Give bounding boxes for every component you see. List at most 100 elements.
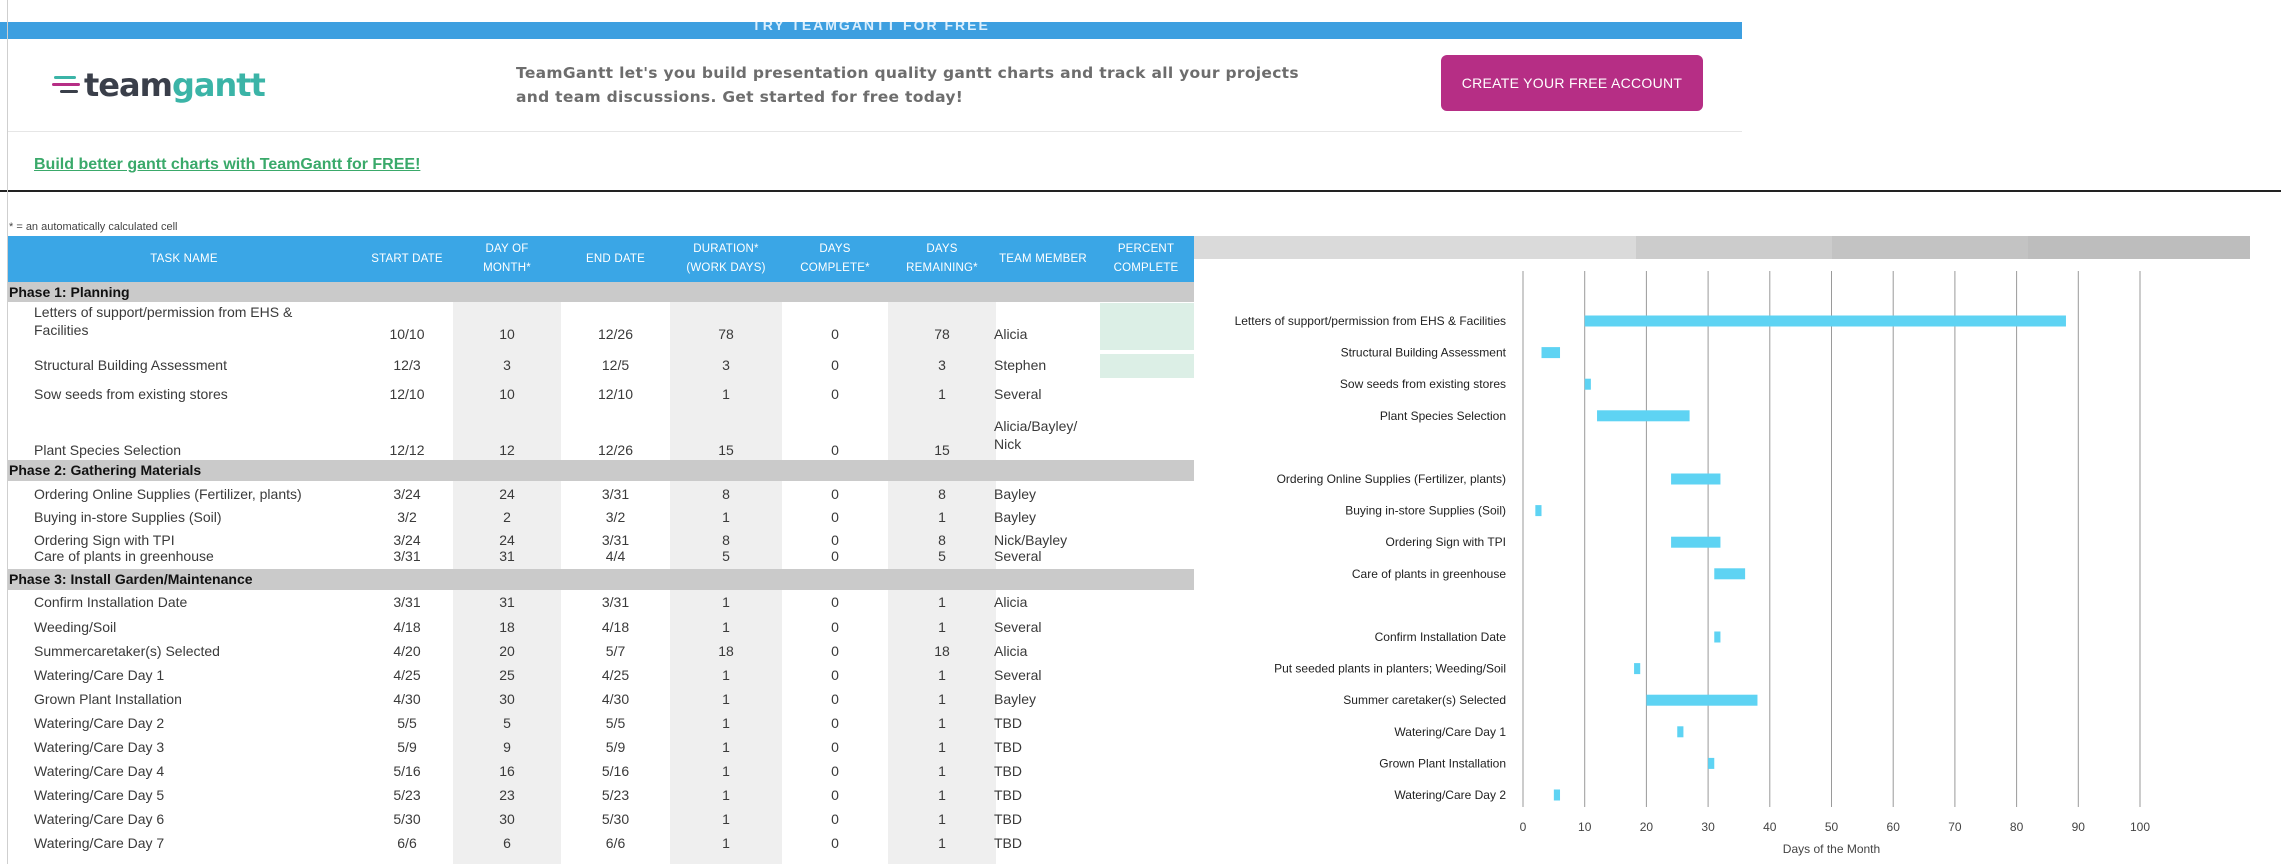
- gantt-bar[interactable]: [1646, 694, 1758, 706]
- dc-cell[interactable]: 0: [782, 762, 888, 780]
- dur-cell[interactable]: 1: [670, 786, 782, 804]
- team-member-cell[interactable]: TBD: [994, 786, 1098, 804]
- end-cell[interactable]: 5/30: [561, 810, 670, 828]
- team-member-cell[interactable]: Alicia: [994, 325, 1098, 343]
- dom-cell[interactable]: 3: [453, 356, 561, 374]
- dr-cell[interactable]: 1: [888, 762, 996, 780]
- dc-cell[interactable]: 0: [782, 666, 888, 684]
- start-cell[interactable]: 4/20: [353, 642, 461, 660]
- dr-cell[interactable]: 3: [888, 356, 996, 374]
- header-duration[interactable]: DURATION* (WORK DAYS): [670, 236, 782, 282]
- dc-cell[interactable]: 0: [782, 547, 888, 565]
- team-member-cell[interactable]: TBD: [994, 762, 1098, 780]
- start-cell[interactable]: 5/23: [353, 786, 461, 804]
- start-cell[interactable]: 10/10: [353, 325, 461, 343]
- table-row[interactable]: Watering/Care Day 5 5/23 23 5/23 1 0 1 TBD: [8, 784, 1194, 807]
- task-name-cell[interactable]: Buying in-store Supplies (Soil): [34, 508, 364, 526]
- end-cell[interactable]: 4/4: [561, 547, 670, 565]
- dc-cell[interactable]: 0: [782, 786, 888, 804]
- table-row[interactable]: Summercaretaker(s) Selected 4/20 20 5/7 18 0 1…: [8, 640, 1194, 663]
- end-cell[interactable]: 3/31: [561, 593, 670, 611]
- dc-cell[interactable]: 0: [782, 508, 888, 526]
- team-member-cell[interactable]: Several: [994, 547, 1098, 565]
- dr-cell[interactable]: 1: [888, 810, 996, 828]
- percent-complete-cell[interactable]: [1100, 303, 1194, 350]
- header-end-date[interactable]: END DATE: [561, 236, 670, 282]
- end-cell[interactable]: 4/18: [561, 618, 670, 636]
- start-cell[interactable]: 6/6: [353, 834, 461, 852]
- gantt-bar[interactable]: [1634, 663, 1641, 675]
- start-cell[interactable]: 5/5: [353, 714, 461, 732]
- gantt-bar[interactable]: [1714, 568, 1746, 580]
- task-name-cell[interactable]: Confirm Installation Date: [34, 593, 364, 611]
- dc-cell[interactable]: 0: [782, 690, 888, 708]
- dur-cell[interactable]: 15: [670, 441, 782, 459]
- dom-cell[interactable]: 10: [453, 325, 561, 343]
- dur-cell[interactable]: 18: [670, 642, 782, 660]
- dur-cell[interactable]: 1: [670, 690, 782, 708]
- end-cell[interactable]: 6/6: [561, 834, 670, 852]
- gantt-bar[interactable]: [1677, 726, 1684, 738]
- dur-cell[interactable]: 1: [670, 593, 782, 611]
- promo-strip[interactable]: TRY TEAMGANTT FOR FREE: [0, 22, 1742, 39]
- task-name-cell[interactable]: Care of plants in greenhouse: [34, 547, 364, 565]
- dc-cell[interactable]: 0: [782, 593, 888, 611]
- end-cell[interactable]: 12/26: [561, 441, 670, 459]
- phase-row[interactable]: Phase 3: Install Garden/Maintenance: [8, 569, 1194, 590]
- gantt-bar[interactable]: [1535, 505, 1542, 517]
- dc-cell[interactable]: 0: [782, 834, 888, 852]
- dom-cell[interactable]: 9: [453, 738, 561, 756]
- dom-cell[interactable]: 24: [453, 485, 561, 503]
- dc-cell[interactable]: 0: [782, 325, 888, 343]
- phase-row[interactable]: Phase 1: Planning: [8, 282, 1194, 302]
- task-name-cell[interactable]: Sow seeds from existing stores: [34, 385, 364, 403]
- team-member-cell[interactable]: Alicia/Bayley/ Nick: [994, 417, 1098, 453]
- start-cell[interactable]: 12/10: [353, 385, 461, 403]
- dc-cell[interactable]: 0: [782, 441, 888, 459]
- dr-cell[interactable]: 18: [888, 642, 996, 660]
- dur-cell[interactable]: 1: [670, 666, 782, 684]
- end-cell[interactable]: 3/31: [561, 485, 670, 503]
- header-day-of-month[interactable]: DAY OF MONTH*: [453, 236, 561, 282]
- dom-cell[interactable]: 30: [453, 810, 561, 828]
- table-row[interactable]: Sow seeds from existing stores 12/10 10 12/…: [8, 383, 1194, 411]
- dc-cell[interactable]: 0: [782, 618, 888, 636]
- start-cell[interactable]: 3/31: [353, 547, 461, 565]
- dur-cell[interactable]: 5: [670, 547, 782, 565]
- team-member-cell[interactable]: TBD: [994, 738, 1098, 756]
- dc-cell[interactable]: 0: [782, 642, 888, 660]
- task-name-cell[interactable]: Watering/Care Day 1: [34, 666, 364, 684]
- table-row[interactable]: Watering/Care Day 3 5/9 9 5/9 1 0 1 TBD: [8, 736, 1194, 759]
- dur-cell[interactable]: 1: [670, 762, 782, 780]
- header-start-date[interactable]: START DATE: [353, 236, 461, 282]
- header-task-name[interactable]: TASK NAME: [8, 236, 360, 282]
- dur-cell[interactable]: 1: [670, 834, 782, 852]
- dr-cell[interactable]: 1: [888, 385, 996, 403]
- start-cell[interactable]: 3/24: [353, 485, 461, 503]
- dur-cell[interactable]: 1: [670, 618, 782, 636]
- table-row[interactable]: Watering/Care Day 1 4/25 25 4/25 1 0 1 Several: [8, 664, 1194, 687]
- header-percent-complete[interactable]: PERCENT COMPLETE: [1098, 236, 1194, 282]
- start-cell[interactable]: 5/9: [353, 738, 461, 756]
- end-cell[interactable]: 5/23: [561, 786, 670, 804]
- gantt-bar[interactable]: [1584, 378, 1591, 390]
- gantt-bar[interactable]: [1714, 631, 1721, 643]
- dc-cell[interactable]: 0: [782, 738, 888, 756]
- dc-cell[interactable]: 0: [782, 714, 888, 732]
- team-member-cell[interactable]: Several: [994, 618, 1098, 636]
- team-member-cell[interactable]: TBD: [994, 834, 1098, 852]
- gantt-bar[interactable]: [1541, 347, 1561, 359]
- dr-cell[interactable]: 1: [888, 714, 996, 732]
- dom-cell[interactable]: 5: [453, 714, 561, 732]
- end-cell[interactable]: 3/2: [561, 508, 670, 526]
- dc-cell[interactable]: 0: [782, 385, 888, 403]
- end-cell[interactable]: 12/5: [561, 356, 670, 374]
- dur-cell[interactable]: 1: [670, 810, 782, 828]
- start-cell[interactable]: 4/25: [353, 666, 461, 684]
- dom-cell[interactable]: 10: [453, 385, 561, 403]
- team-member-cell[interactable]: Stephen: [994, 356, 1098, 374]
- dr-cell[interactable]: 1: [888, 666, 996, 684]
- dom-cell[interactable]: 31: [453, 593, 561, 611]
- start-cell[interactable]: 12/3: [353, 356, 461, 374]
- header-team-member[interactable]: TEAM MEMBER: [988, 236, 1098, 282]
